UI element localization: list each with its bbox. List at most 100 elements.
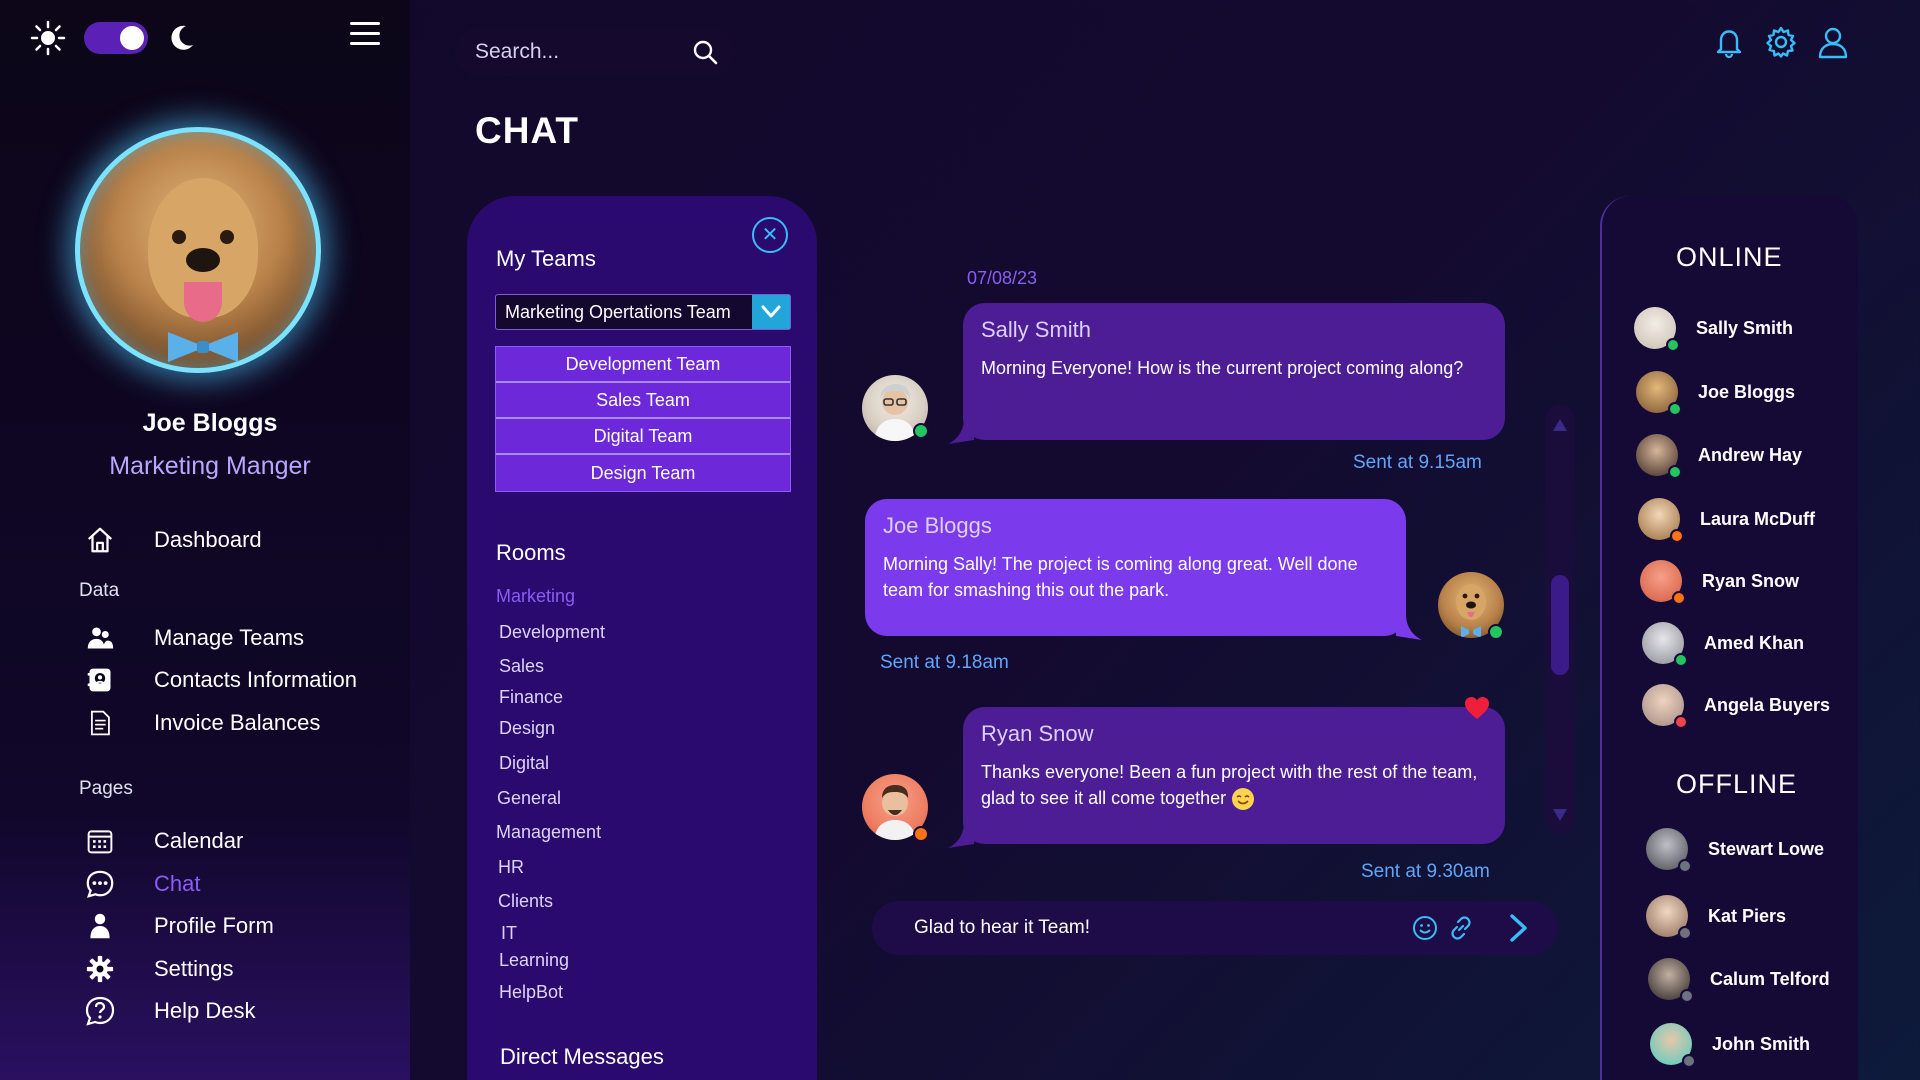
chat-icon [84, 868, 116, 900]
user-row[interactable]: John Smith [1650, 1023, 1810, 1068]
status-dot-offline [1680, 989, 1694, 1003]
bowtie-icon [168, 332, 238, 362]
attach-link-icon[interactable] [1448, 915, 1474, 941]
nav-label: Settings [154, 956, 234, 981]
user-name: Joe Bloggs [1698, 381, 1796, 402]
calendar-icon [84, 825, 116, 857]
theme-toggle[interactable] [30, 20, 196, 56]
bubble-tail [1396, 614, 1422, 640]
dog-eye [220, 230, 234, 244]
user-row[interactable]: Angela Buyers [1642, 684, 1830, 729]
gear-icon [84, 953, 116, 985]
bell-icon[interactable] [1712, 25, 1746, 59]
nav-settings[interactable]: Settings [84, 953, 234, 985]
team-option[interactable]: Development Team [496, 347, 790, 383]
avatar [1634, 307, 1680, 352]
scroll-down-icon[interactable] [1553, 809, 1567, 821]
nav-calendar[interactable]: Calendar [84, 825, 243, 857]
nav-label: Dashboard [154, 527, 262, 552]
room-management[interactable]: Management [496, 822, 601, 843]
avatar [1646, 895, 1692, 940]
bubble-tail [948, 418, 974, 444]
avatar [1636, 434, 1682, 479]
close-icon[interactable]: ✕ [752, 217, 788, 253]
chevron-down-icon[interactable] [752, 295, 790, 329]
users-panel: ONLINE Sally Smith Joe Bloggs Andrew Hay… [1600, 196, 1858, 1080]
user-row[interactable]: Calum Telford [1648, 958, 1830, 1003]
sun-icon[interactable] [30, 20, 66, 56]
room-development[interactable]: Development [499, 622, 605, 643]
search-box[interactable] [455, 28, 735, 76]
user-name: Ryan Snow [1702, 570, 1800, 591]
user-row[interactable]: Stewart Lowe [1646, 828, 1825, 873]
nav-chat[interactable]: Chat [84, 868, 200, 900]
team-options: Development Team Sales Team Digital Team… [495, 346, 791, 492]
user-row[interactable]: Kat Piers [1646, 895, 1787, 940]
user-name: Stewart Lowe [1708, 838, 1825, 859]
user-name: Andrew Hay [1698, 444, 1803, 465]
user-row[interactable]: Ryan Snow [1640, 560, 1800, 605]
status-dot-busy [1674, 715, 1688, 729]
dog-face [148, 178, 258, 322]
user-row[interactable]: Andrew Hay [1636, 434, 1803, 479]
user-row[interactable]: Sally Smith [1634, 307, 1793, 352]
settings-icon[interactable] [1764, 25, 1798, 59]
profile-name: Joe Bloggs [142, 409, 278, 437]
nav-label: Contacts Information [154, 667, 357, 692]
nav-manage-teams[interactable]: Manage Teams [84, 622, 304, 654]
search-input[interactable] [475, 40, 675, 64]
room-digital[interactable]: Digital [499, 753, 549, 774]
home-icon [84, 524, 116, 556]
nav-profile-form[interactable]: Profile Form [84, 910, 274, 942]
room-hr[interactable]: HR [498, 857, 524, 878]
moon-icon[interactable] [166, 23, 196, 53]
room-learning[interactable]: Learning [499, 950, 569, 971]
nav-help-desk[interactable]: Help Desk [84, 995, 255, 1027]
composer-input[interactable]: Glad to hear it Team! [914, 917, 1090, 939]
user-icon[interactable] [1816, 25, 1850, 59]
status-dot-online [1488, 624, 1504, 640]
message-bubble: Joe Bloggs Morning Sally! The project is… [865, 499, 1406, 636]
user-row[interactable]: Laura McDuff [1638, 498, 1815, 543]
room-sales[interactable]: Sales [499, 656, 544, 677]
nav-label: Profile Form [154, 913, 274, 938]
message-text: Morning Sally! The project is coming alo… [883, 554, 1358, 600]
room-general[interactable]: General [497, 788, 561, 809]
room-helpbot[interactable]: HelpBot [499, 982, 563, 1003]
my-teams-label: My Teams [496, 246, 596, 271]
user-row[interactable]: Joe Bloggs [1636, 371, 1796, 416]
chat-scrollbar[interactable] [1545, 405, 1575, 835]
contacts-icon [84, 664, 116, 696]
room-design[interactable]: Design [499, 718, 555, 739]
heart-icon[interactable] [1464, 696, 1490, 720]
status-dot-online [1674, 653, 1688, 667]
scroll-up-icon[interactable] [1553, 419, 1567, 431]
room-finance[interactable]: Finance [499, 687, 563, 708]
nav-contacts[interactable]: Contacts Information [84, 664, 357, 696]
help-icon [84, 995, 116, 1027]
message-composer[interactable]: Glad to hear it Team! [872, 901, 1558, 955]
nav-dashboard[interactable]: Dashboard [84, 524, 262, 556]
user-name: Kat Piers [1708, 905, 1787, 926]
team-option[interactable]: Digital Team [496, 419, 790, 455]
message-text-body: Thanks everyone! Been a fun project with… [981, 762, 1478, 808]
avatar [1636, 371, 1682, 416]
room-clients[interactable]: Clients [498, 891, 553, 912]
status-dot-offline [1682, 1054, 1696, 1068]
room-marketing[interactable]: Marketing [496, 586, 575, 607]
menu-icon[interactable] [350, 22, 380, 46]
message-sent-time: Sent at 9.15am [1353, 452, 1482, 473]
direct-messages-label[interactable]: Direct Messages [500, 1044, 664, 1070]
emoji-icon[interactable] [1412, 915, 1438, 941]
team-option[interactable]: Design Team [496, 455, 790, 491]
nav-invoices[interactable]: Invoice Balances [84, 707, 320, 739]
scroll-thumb[interactable] [1551, 575, 1569, 675]
send-icon[interactable] [1504, 913, 1532, 943]
team-option[interactable]: Sales Team [496, 383, 790, 419]
user-row[interactable]: Amed Khan [1642, 622, 1804, 667]
nav-section-pages: Pages [79, 778, 133, 799]
search-icon[interactable] [691, 38, 719, 66]
room-it[interactable]: IT [501, 923, 517, 944]
team-select[interactable]: Marketing Opertations Team [495, 294, 791, 330]
dark-mode-switch[interactable] [84, 22, 148, 54]
